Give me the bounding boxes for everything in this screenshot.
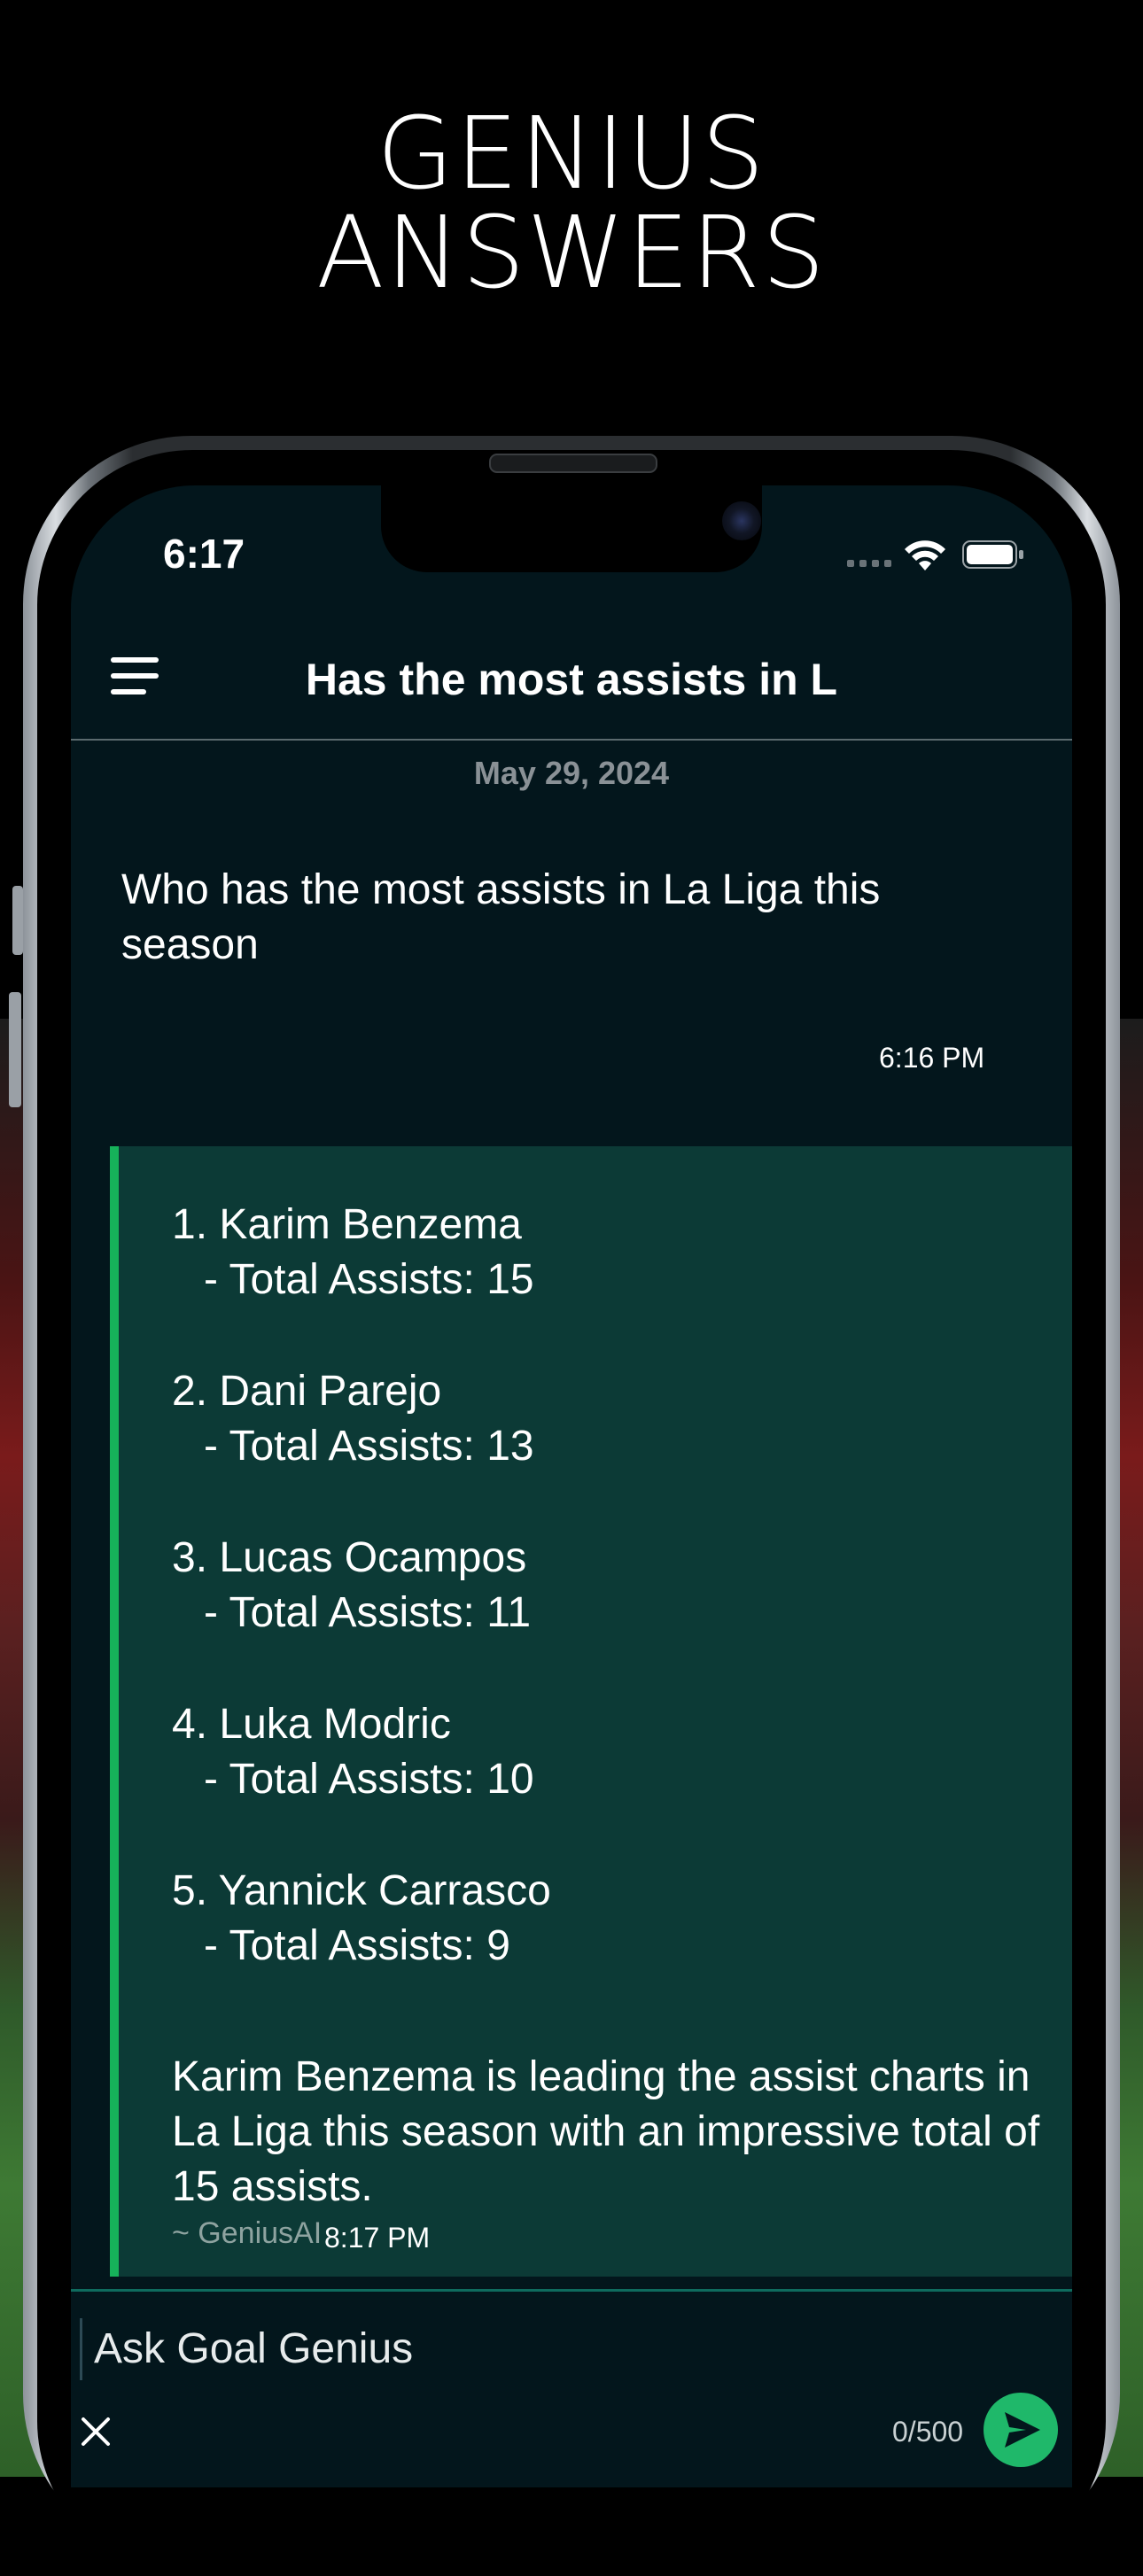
list-item: 5. Yannick Carrasco - Total Assists: 9: [172, 1864, 551, 1974]
player-assists: - Total Assists: 13: [204, 1423, 534, 1470]
player-name: 4. Luka Modric: [172, 1701, 451, 1748]
phone-speaker: [489, 454, 657, 473]
player-name: 3. Lucas Ocampos: [172, 1534, 527, 1581]
battery-icon: [962, 540, 1023, 569]
navigation-bar: Has the most assists in L: [71, 601, 1072, 741]
ai-answer-list: 1. Karim Benzema - Total Assists: 15 2. …: [172, 1198, 551, 2030]
app-screen: 6:17 Has the most assists in L May 29, 2…: [71, 485, 1072, 2487]
ask-input[interactable]: [92, 2316, 982, 2380]
ai-summary-text: Karim Benzema is leading the assist char…: [172, 2053, 1040, 2210]
cellular-signal-icon: [847, 560, 891, 567]
notch: [381, 485, 762, 572]
headline-line-2: ANSWERS: [316, 196, 827, 311]
message-composer: 0/500: [71, 2289, 1072, 2487]
player-assists: - Total Assists: 10: [204, 1756, 534, 1803]
send-button[interactable]: [984, 2393, 1058, 2467]
phone-side-button: [12, 886, 23, 955]
status-time: 6:17: [163, 531, 245, 577]
player-assists: - Total Assists: 9: [204, 1922, 510, 1969]
user-message-time: 6:16 PM: [879, 1042, 985, 1074]
user-message: Who has the most assists in La Liga this…: [121, 866, 881, 968]
chat-title: Has the most assists in L: [305, 655, 838, 704]
ai-message: 1. Karim Benzema - Total Assists: 15 2. …: [110, 1146, 1072, 2277]
list-item: 4. Luka Modric - Total Assists: 10: [172, 1697, 551, 1807]
front-camera: [722, 501, 761, 540]
character-counter: 0/500: [892, 2416, 964, 2448]
player-name: 2. Dani Parejo: [172, 1368, 442, 1415]
player-name: 5. Yannick Carrasco: [172, 1867, 551, 1914]
close-icon[interactable]: [78, 2414, 113, 2449]
player-assists: - Total Assists: 11: [204, 1589, 532, 1636]
ai-signature: ~ GeniusAI: [172, 2216, 323, 2250]
player-name: 1. Karim Benzema: [172, 1201, 522, 1248]
list-item: 2. Dani Parejo - Total Assists: 13: [172, 1364, 551, 1474]
promo-headline: GENIUS ANSWERS: [0, 105, 1143, 303]
list-item: 3. Lucas Ocampos - Total Assists: 11: [172, 1531, 551, 1641]
ai-message-time: 8:17 PM: [324, 2222, 431, 2254]
conversation-date: May 29, 2024: [473, 755, 670, 791]
player-assists: - Total Assists: 15: [204, 1256, 534, 1303]
list-item: 1. Karim Benzema - Total Assists: 15: [172, 1198, 551, 1307]
send-icon: [1005, 2412, 1040, 2448]
wifi-icon: [905, 540, 945, 570]
headline-line-1: GENIUS: [377, 97, 766, 212]
text-cursor: [80, 2318, 82, 2380]
phone-volume-button: [9, 992, 21, 1107]
